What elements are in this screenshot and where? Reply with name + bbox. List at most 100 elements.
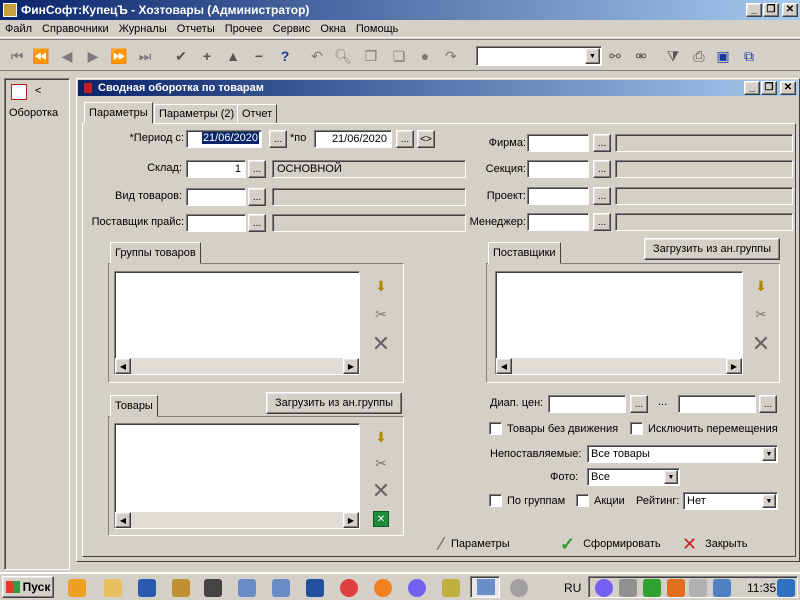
tab-report[interactable]: Отчет bbox=[237, 104, 278, 124]
suppliers-scrollbar[interactable]: ◀ ▶ bbox=[496, 358, 742, 374]
goods-load-from-group-button[interactable]: Загрузить из ан.группы bbox=[266, 392, 402, 414]
firefox-icon[interactable] bbox=[374, 579, 392, 597]
scissors-icon[interactable]: ✂ bbox=[371, 304, 391, 324]
exclude-moves-checkbox[interactable] bbox=[630, 422, 643, 435]
goods-groups-tab[interactable]: Группы товаров bbox=[110, 242, 201, 264]
menu-help[interactable]: Помощь bbox=[351, 23, 404, 35]
project-picker[interactable]: ... bbox=[593, 187, 611, 205]
goods-groups-scrollbar[interactable]: ◀ ▶ bbox=[115, 358, 359, 374]
report-minimize-button[interactable]: _ bbox=[744, 81, 760, 95]
remove-icon[interactable]: − bbox=[248, 45, 270, 67]
delete-icon[interactable]: ✕ bbox=[369, 331, 393, 356]
add-icon[interactable]: + bbox=[196, 45, 218, 67]
fast-back-icon[interactable]: ⏪ bbox=[30, 45, 52, 67]
menu-windows[interactable]: Окна bbox=[315, 23, 351, 35]
settings-icon[interactable] bbox=[510, 579, 528, 597]
scroll-right-icon[interactable]: ▶ bbox=[343, 358, 359, 374]
photo-select[interactable]: Все ▼ bbox=[587, 468, 680, 486]
viber-tray-icon[interactable] bbox=[595, 579, 613, 597]
delete-icon[interactable]: ✕ bbox=[369, 478, 393, 503]
promo-checkbox[interactable] bbox=[576, 494, 589, 507]
undo-icon[interactable]: ↶ bbox=[306, 45, 328, 67]
supplier-price-picker[interactable]: ... bbox=[248, 214, 266, 232]
report-icon[interactable] bbox=[11, 84, 27, 100]
scroll-left-icon[interactable]: ◀ bbox=[496, 358, 512, 374]
tab-params[interactable]: Параметры bbox=[84, 102, 153, 124]
report-restore-button[interactable]: ❐ bbox=[761, 81, 777, 95]
copy-icon[interactable]: ❐ bbox=[360, 45, 382, 67]
excel-icon[interactable]: ✕ bbox=[373, 511, 389, 527]
scroll-left-icon[interactable]: ◀ bbox=[115, 512, 131, 528]
menu-journals[interactable]: Журналы bbox=[114, 23, 172, 35]
paste-icon[interactable]: ❏ bbox=[388, 45, 410, 67]
rating-select[interactable]: Нет ▼ bbox=[683, 492, 778, 510]
goods-tab[interactable]: Товары bbox=[110, 395, 158, 417]
period-from-picker[interactable]: ... bbox=[269, 130, 287, 148]
scissors-icon[interactable]: ✂ bbox=[371, 453, 391, 473]
suppliers-tab[interactable]: Поставщики bbox=[488, 242, 561, 264]
price-to-picker[interactable]: ... bbox=[759, 395, 777, 413]
update-icon[interactable] bbox=[667, 579, 685, 597]
goods-list[interactable]: ◀ ▶ bbox=[114, 423, 360, 529]
scissors-icon[interactable]: ✂ bbox=[751, 304, 771, 324]
7zip-icon[interactable] bbox=[204, 579, 222, 597]
toolbar-combo[interactable]: ▼ bbox=[476, 46, 602, 66]
warehouse-code-field[interactable]: 1 bbox=[186, 160, 246, 178]
suppliers-list[interactable]: ◀ ▶ bbox=[495, 271, 743, 375]
active-task-button[interactable] bbox=[470, 576, 500, 598]
menu-file[interactable]: Файл bbox=[0, 23, 37, 35]
report-close-button[interactable]: ✕ bbox=[780, 81, 796, 95]
triangle-app-icon[interactable] bbox=[306, 579, 324, 597]
scroll-left-icon[interactable]: ◀ bbox=[115, 358, 131, 374]
last-record-icon[interactable]: ⏭ bbox=[134, 45, 156, 67]
manager-picker[interactable]: ... bbox=[593, 213, 611, 231]
close-report-button[interactable]: ✕ Закрыть bbox=[682, 533, 747, 555]
sidebar-item-turnover[interactable]: Оборотка bbox=[9, 107, 58, 119]
unsupplied-select[interactable]: Все товары ▼ bbox=[587, 445, 778, 463]
menu-reports[interactable]: Отчеты bbox=[172, 23, 220, 35]
period-to-field[interactable]: 21/06/2020 bbox=[314, 130, 392, 148]
app-shortcut-2-icon[interactable] bbox=[272, 579, 290, 597]
period-from-field[interactable]: 21/06/2020 bbox=[186, 130, 262, 148]
close-button[interactable]: ✕ bbox=[782, 3, 798, 17]
goods-scrollbar[interactable]: ◀ ▶ bbox=[115, 512, 359, 528]
generate-button[interactable]: ✓ Сформировать bbox=[560, 533, 661, 555]
network-icon[interactable] bbox=[619, 579, 637, 597]
redo-icon[interactable]: ↷ bbox=[440, 45, 462, 67]
chevron-down-icon[interactable]: ▼ bbox=[762, 447, 776, 461]
app-shortcut-icon[interactable] bbox=[238, 579, 256, 597]
no-movement-checkbox[interactable] bbox=[489, 422, 502, 435]
params-button[interactable]: ⁄ Параметры bbox=[440, 533, 510, 555]
price-from-field[interactable] bbox=[548, 395, 626, 413]
chrome-icon[interactable] bbox=[340, 579, 358, 597]
notes-icon[interactable] bbox=[442, 579, 460, 597]
prev-icon[interactable]: ◀ bbox=[56, 45, 78, 67]
sidebar-collapse[interactable]: < bbox=[35, 85, 41, 97]
section-field[interactable] bbox=[527, 160, 589, 178]
filter-icon[interactable]: ⧩ bbox=[662, 45, 684, 67]
chevron-down-icon[interactable]: ▼ bbox=[585, 48, 600, 64]
calc-icon[interactable] bbox=[138, 579, 156, 597]
by-groups-checkbox[interactable] bbox=[489, 494, 502, 507]
menu-service[interactable]: Сервис bbox=[268, 23, 316, 35]
menu-directories[interactable]: Справочники bbox=[37, 23, 114, 35]
tray-app-icon[interactable] bbox=[713, 579, 731, 597]
binoculars-icon[interactable]: ⚯ bbox=[604, 45, 626, 67]
minimize-button[interactable]: _ bbox=[746, 3, 762, 17]
search-icon[interactable]: 🔍︎ bbox=[332, 45, 354, 67]
supplier-price-field[interactable] bbox=[186, 214, 246, 232]
period-to-picker[interactable]: ... bbox=[396, 130, 414, 148]
goods-type-field[interactable] bbox=[186, 188, 246, 206]
restore-button[interactable]: ❐ bbox=[763, 3, 779, 17]
archive-icon[interactable] bbox=[172, 579, 190, 597]
print-icon[interactable]: ⎙ bbox=[688, 45, 710, 67]
fast-forward-icon[interactable]: ⏩ bbox=[108, 45, 130, 67]
first-record-icon[interactable]: ⏮ bbox=[6, 45, 28, 67]
delete-icon[interactable]: ✕ bbox=[749, 331, 773, 356]
check-icon[interactable]: ✔ bbox=[170, 45, 192, 67]
load-icon[interactable]: ⬇ bbox=[371, 427, 391, 447]
load-icon[interactable]: ⬇ bbox=[371, 276, 391, 296]
windows-icon[interactable]: ▣ bbox=[712, 45, 734, 67]
language-indicator[interactable]: RU bbox=[564, 581, 581, 595]
goods-groups-list[interactable]: ◀ ▶ bbox=[114, 271, 360, 375]
